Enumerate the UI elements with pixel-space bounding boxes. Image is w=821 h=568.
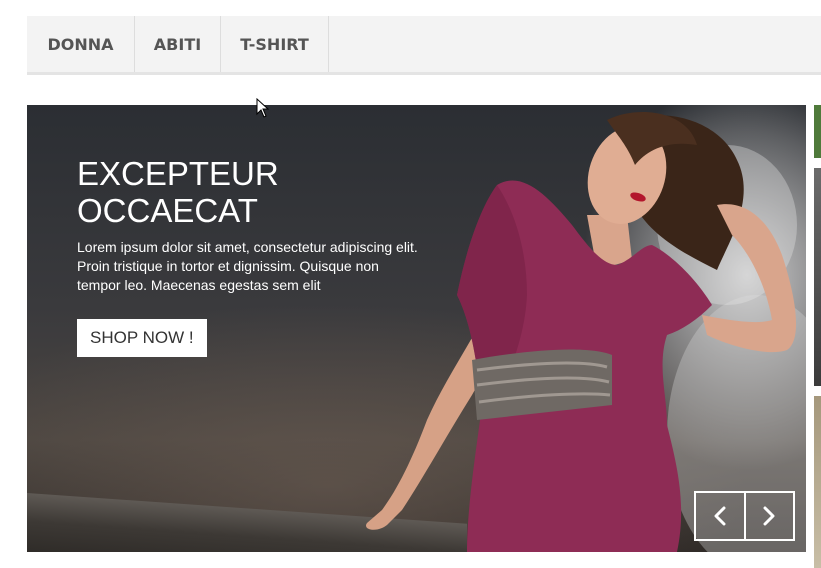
- side-banner-thumb[interactable]: [814, 105, 821, 158]
- nav-item-abiti[interactable]: ABITI: [135, 16, 221, 72]
- chevron-left-icon: [714, 506, 726, 526]
- mouse-cursor-icon: [256, 98, 270, 118]
- main-nav: DONNA ABITI T-SHIRT: [27, 16, 821, 75]
- page: DONNA ABITI T-SHIRT EXCEPTEUR OCCAECAT L…: [0, 0, 821, 568]
- shop-now-button[interactable]: SHOP NOW !: [77, 319, 207, 357]
- side-banner-thumb[interactable]: [814, 396, 821, 568]
- slider-prev-button[interactable]: [696, 493, 744, 539]
- slider-controls: [694, 491, 795, 541]
- slider-next-button[interactable]: [743, 493, 794, 539]
- nav-item-donna[interactable]: DONNA: [27, 16, 135, 72]
- chevron-right-icon: [763, 506, 775, 526]
- hero-description: Lorem ipsum dolor sit amet, consectetur …: [77, 239, 418, 293]
- hero-title: EXCEPTEUR OCCAECAT: [77, 155, 279, 229]
- hero-slider: EXCEPTEUR OCCAECAT Lorem ipsum dolor sit…: [27, 105, 806, 552]
- side-banner-thumb[interactable]: [814, 168, 821, 386]
- nav-item-t-shirt[interactable]: T-SHIRT: [221, 16, 329, 72]
